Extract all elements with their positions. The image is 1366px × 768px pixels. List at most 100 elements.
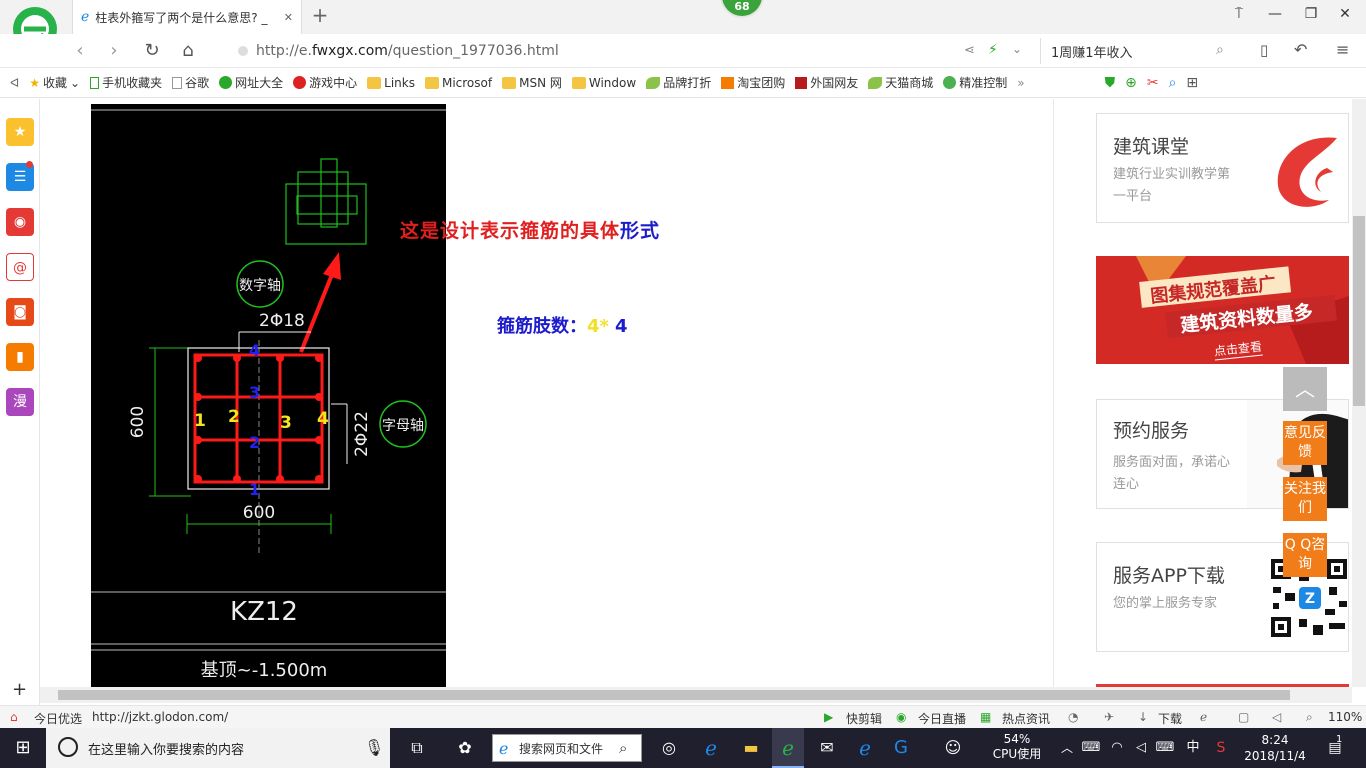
vertical-scroll-thumb[interactable] bbox=[1353, 216, 1365, 406]
window-icon[interactable]: ▢ bbox=[1238, 710, 1249, 724]
search-box[interactable]: 1周赚1年收入 bbox=[1040, 38, 1235, 64]
wifi-icon[interactable]: ◠ bbox=[1104, 736, 1130, 760]
network-pc-icon[interactable]: ⌨ bbox=[1078, 736, 1104, 760]
qq-consult-button[interactable]: Q Q咨询 bbox=[1283, 533, 1327, 577]
add-icon[interactable]: + bbox=[12, 679, 27, 700]
status-item-download[interactable]: 下载 bbox=[1158, 710, 1182, 727]
apps-icon[interactable]: ⊞ bbox=[1186, 75, 1198, 91]
more-bookmarks-icon[interactable]: » bbox=[1017, 76, 1024, 90]
minimize-button[interactable]: — bbox=[1264, 6, 1286, 26]
tab-close-icon[interactable]: ✕ bbox=[284, 11, 293, 24]
shield-icon[interactable]: ⛊ bbox=[1105, 75, 1116, 91]
new-tab-button[interactable]: + bbox=[310, 4, 330, 28]
bookmark-item[interactable]: 品牌打折 bbox=[646, 74, 711, 91]
back-to-top-button[interactable]: ︿ bbox=[1283, 367, 1327, 411]
weibo-icon[interactable]: ◉ bbox=[6, 208, 34, 236]
undo-icon[interactable]: ↶ bbox=[1294, 40, 1307, 59]
phone-icon[interactable]: ▯ bbox=[1260, 41, 1268, 59]
bookmark-item[interactable]: MSN 网 bbox=[502, 74, 562, 91]
translate-icon[interactable]: ⊕ bbox=[1125, 75, 1137, 91]
download-icon: ↓ bbox=[1138, 710, 1149, 724]
bookmark-item[interactable]: 外国网友 bbox=[795, 74, 858, 91]
status-url: http://jzkt.glodon.com/ bbox=[92, 710, 229, 724]
chevron-down-icon[interactable]: ⌄ bbox=[1012, 42, 1022, 56]
close-button[interactable]: ✕ bbox=[1334, 6, 1356, 26]
g-app-icon[interactable]: G bbox=[888, 736, 914, 760]
notification-center-icon[interactable]: ▤ bbox=[1322, 736, 1348, 760]
menu-icon[interactable]: ≡ bbox=[1336, 40, 1349, 59]
ie-icon: ℯ bbox=[499, 739, 509, 758]
card-classroom[interactable]: 建筑课堂 建筑行业实训教学第一平台 bbox=[1096, 113, 1349, 223]
file-explorer-icon[interactable]: ▬ bbox=[738, 736, 764, 760]
volume-icon[interactable]: ◁ bbox=[1272, 710, 1281, 724]
bookmark-favorites[interactable]: ★ 收藏 ⌄ bbox=[29, 74, 80, 91]
status-item-news[interactable]: 热点资讯 bbox=[1002, 710, 1050, 727]
pin-icon[interactable]: ✈ bbox=[1104, 710, 1114, 724]
bookmark-item[interactable]: 手机收藏夹 bbox=[90, 74, 162, 91]
people-icon[interactable]: ☺ bbox=[940, 736, 966, 760]
banner-ad[interactable]: 图集规范覆盖广 建筑资料数量多 点击查看 bbox=[1096, 256, 1349, 364]
bookmark-item[interactable]: 精准控制 bbox=[943, 74, 1007, 91]
today-picks-label[interactable]: 今日优选 bbox=[34, 710, 82, 727]
sidebar-toggle-icon[interactable]: ᐊ bbox=[10, 76, 19, 90]
pin-icon[interactable]: ⍑ bbox=[1228, 6, 1250, 26]
horizontal-scroll-thumb[interactable] bbox=[58, 690, 1290, 700]
email-icon[interactable]: @ bbox=[6, 253, 34, 281]
windows-start-icon[interactable]: ⊞ bbox=[10, 736, 36, 760]
tray-chevron-up-icon[interactable]: ︿ bbox=[1054, 736, 1080, 760]
bookmark-item[interactable]: Microsof bbox=[424, 76, 492, 90]
spiral-app-icon[interactable]: ◎ bbox=[656, 736, 682, 760]
comic-icon[interactable]: 漫 bbox=[6, 388, 34, 416]
zoom-level[interactable]: 110% bbox=[1328, 710, 1362, 724]
search-icon[interactable]: ⌕ bbox=[1216, 42, 1224, 58]
site-info-icon[interactable] bbox=[238, 46, 248, 56]
bookmark-item[interactable]: Links bbox=[367, 76, 415, 90]
maximize-button[interactable]: ❐ bbox=[1300, 6, 1322, 26]
favorites-star-icon[interactable]: ★ bbox=[6, 118, 34, 146]
refresh-icon[interactable]: ↻ bbox=[140, 39, 164, 63]
url-field[interactable]: http://e.fwxgx.com/question_1977036.html bbox=[238, 38, 958, 64]
pinwheel-icon[interactable]: ✿ bbox=[452, 736, 478, 760]
forward-icon[interactable]: › bbox=[102, 39, 126, 63]
scissors-icon[interactable]: ✂ bbox=[1147, 75, 1159, 91]
mail-icon[interactable]: ✉ bbox=[814, 736, 840, 760]
cpu-meter[interactable]: 54% CPU使用 bbox=[992, 732, 1042, 762]
clock[interactable]: 8:24 2018/11/4 bbox=[1240, 732, 1310, 764]
speaker-icon[interactable]: ◁ bbox=[1128, 736, 1154, 760]
sogou-icon[interactable]: S bbox=[1208, 736, 1234, 760]
bookmark-label: 外国网友 bbox=[810, 76, 859, 90]
gamepad-icon[interactable]: ◙ bbox=[6, 298, 34, 326]
ime-indicator[interactable]: 中 bbox=[1180, 736, 1206, 760]
notification-badge[interactable]: 68 bbox=[720, 0, 764, 18]
home-icon[interactable]: ⌂ bbox=[176, 39, 200, 63]
speed-icon[interactable]: ◔ bbox=[1068, 710, 1078, 724]
bookmark-item[interactable]: 天猫商城 bbox=[868, 74, 933, 91]
magnifier-icon[interactable]: ⌕ bbox=[1169, 75, 1177, 91]
status-item-live[interactable]: 今日直播 bbox=[918, 710, 966, 727]
notebook-icon[interactable]: ▮ bbox=[6, 343, 34, 371]
unread-dot bbox=[26, 161, 33, 168]
status-item-clip[interactable]: 快剪辑 bbox=[846, 710, 882, 727]
bookmark-item[interactable]: 游戏中心 bbox=[293, 74, 357, 91]
keyboard-icon[interactable]: ⌨ bbox=[1152, 736, 1178, 760]
bookmark-item[interactable]: 淘宝团购 bbox=[721, 74, 785, 91]
feedback-button[interactable]: 意见反馈 bbox=[1283, 421, 1327, 465]
gift-icon[interactable]: ⌂ bbox=[10, 710, 18, 724]
ie-icon[interactable]: ℯ bbox=[698, 736, 724, 760]
speed-icon[interactable]: ⚡ bbox=[988, 42, 998, 58]
tab-active[interactable]: ℯ 柱表外箍写了两个是什么意思? _ ✕ bbox=[72, 0, 302, 34]
ie-icon[interactable]: ℯ bbox=[1200, 710, 1207, 724]
bookmark-item[interactable]: 谷歌 bbox=[172, 74, 209, 91]
360-browser-icon[interactable]: ℯ bbox=[775, 736, 801, 760]
share-icon[interactable]: ⋖ bbox=[964, 43, 975, 58]
follow-us-button[interactable]: 关注我们 bbox=[1283, 477, 1327, 521]
taskbar-web-search[interactable]: ℯ 搜索网页和文件 ⌕ bbox=[492, 734, 642, 762]
edge-icon[interactable]: ℯ bbox=[852, 736, 878, 760]
bookmark-item[interactable]: Window bbox=[571, 76, 636, 90]
task-view-icon[interactable]: ⧉ bbox=[404, 736, 430, 760]
zoom-icon[interactable]: ⌕ bbox=[1306, 710, 1313, 725]
taskbar-search[interactable]: 在这里输入你要搜索的内容 🎙 bbox=[46, 728, 390, 768]
bookmark-item[interactable]: 网址大全 bbox=[219, 74, 283, 91]
back-icon[interactable]: ‹ bbox=[68, 39, 92, 63]
microphone-icon[interactable]: 🎙 bbox=[364, 738, 384, 757]
